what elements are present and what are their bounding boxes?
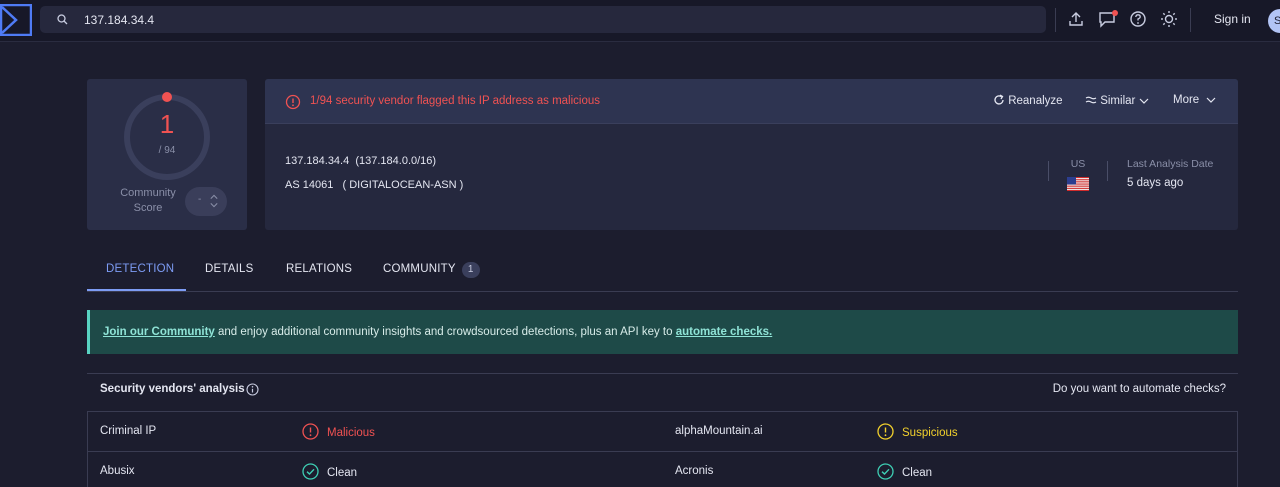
virustotal-logo-icon[interactable] xyxy=(0,4,32,36)
result-label: Clean xyxy=(327,467,358,479)
last-analysis-value: 5 days ago xyxy=(1127,177,1184,189)
tab-community-label: COMMUNITY xyxy=(383,263,456,275)
table-row: Abusix Clean Acronis Clean xyxy=(88,452,1237,487)
sign-in-link[interactable]: Sign in xyxy=(1214,12,1251,26)
banner-text: Join our Community and enjoy additional … xyxy=(103,326,772,338)
verdict-header: 1/94 security vendor flagged this IP add… xyxy=(265,79,1238,124)
detection-score-panel: 1 / 94 Community Score - xyxy=(87,79,247,230)
tab-bar: DETECTION DETAILS RELATIONS COMMUNITY 1 xyxy=(87,250,1238,292)
table-row: Criminal IP Malicious alphaMountain.ai S… xyxy=(88,412,1237,452)
last-analysis-label: Last Analysis Date xyxy=(1127,158,1214,170)
result-label: Malicious xyxy=(327,427,375,439)
reanalyze-label: Reanalyze xyxy=(1008,95,1063,107)
tab-relations[interactable]: RELATIONS xyxy=(286,263,352,275)
upload-icon[interactable] xyxy=(1067,10,1085,28)
automate-checks-prompt[interactable]: Do you want to automate checks? xyxy=(1053,383,1226,395)
join-community-link[interactable]: Join our Community xyxy=(103,326,215,338)
chevron-down-icon xyxy=(1206,97,1216,103)
detection-total: / 94 xyxy=(158,145,176,156)
similar-label: Similar xyxy=(1100,95,1136,107)
vendor-name: Criminal IP xyxy=(100,425,157,437)
tab-details[interactable]: DETAILS xyxy=(205,263,253,275)
vendor-name: Acronis xyxy=(675,465,714,477)
automate-checks-link[interactable]: automate checks. xyxy=(676,326,773,338)
info-icon[interactable] xyxy=(246,383,259,396)
help-icon[interactable] xyxy=(1129,10,1147,28)
search-bar[interactable] xyxy=(40,6,1046,33)
vote-arrows-icon[interactable] xyxy=(210,193,218,209)
clean-check-icon xyxy=(877,463,894,480)
vendor-result: Clean xyxy=(877,463,932,480)
detection-count: 1 xyxy=(159,109,175,139)
result-label: Clean xyxy=(902,467,933,479)
verdict-text: 1/94 security vendor flagged this IP add… xyxy=(310,95,600,107)
result-label: Suspicious xyxy=(902,427,958,439)
top-bar: Sign in S xyxy=(0,0,1280,42)
refresh-icon xyxy=(994,94,1004,105)
vendor-name: Abusix xyxy=(100,465,135,477)
search-input[interactable] xyxy=(84,6,984,33)
asn-info: AS 14061 ( DIGITALOCEAN-ASN ) xyxy=(285,179,464,191)
ip-address-range: 137.184.34.4 (137.184.0.0/16) xyxy=(285,155,437,167)
country-code: US xyxy=(1070,158,1086,170)
vendor-result: Malicious xyxy=(302,423,375,440)
chevron-down-icon xyxy=(1139,98,1148,104)
banner-middle-text: and enjoy additional community insights … xyxy=(214,326,676,338)
more-label: More xyxy=(1173,94,1200,106)
vendor-name: alphaMountain.ai xyxy=(675,425,763,437)
vendors-table: Criminal IP Malicious alphaMountain.ai S… xyxy=(87,411,1238,487)
divider xyxy=(1107,161,1108,181)
clean-check-icon xyxy=(302,463,319,480)
ip-summary-panel: 1/94 security vendor flagged this IP add… xyxy=(265,79,1238,230)
suspicious-icon xyxy=(877,423,894,440)
theme-toggle-icon[interactable] xyxy=(1160,10,1178,28)
community-vote-control[interactable]: - xyxy=(185,187,227,216)
vendors-title: Security vendors' analysis xyxy=(100,383,245,395)
toolbar-divider xyxy=(1190,8,1191,32)
community-score-label: Community Score xyxy=(120,187,176,214)
toolbar-divider xyxy=(1055,8,1056,32)
tab-detection[interactable]: DETECTION xyxy=(106,263,174,275)
more-button[interactable]: More xyxy=(1173,94,1216,106)
community-count-badge: 1 xyxy=(461,262,480,278)
reanalyze-button[interactable]: Reanalyze xyxy=(993,94,1063,107)
divider xyxy=(1048,161,1049,181)
vendor-result: Suspicious xyxy=(877,423,958,440)
malicious-icon xyxy=(302,423,319,440)
search-icon xyxy=(57,14,68,25)
alert-icon xyxy=(285,94,301,110)
avatar[interactable]: S xyxy=(1268,9,1280,33)
similar-button[interactable]: Similar xyxy=(1085,94,1149,107)
vendor-result: Clean xyxy=(302,463,357,480)
community-banner: Join our Community and enjoy additional … xyxy=(87,310,1238,354)
us-flag-icon xyxy=(1067,177,1089,191)
security-vendors-section: Security vendors' analysis Do you want t… xyxy=(87,373,1238,487)
notification-dot xyxy=(1112,10,1118,16)
community-score-value: - xyxy=(198,194,202,205)
tab-community[interactable]: COMMUNITY 1 xyxy=(383,262,480,278)
active-tab-indicator xyxy=(87,289,186,291)
similar-icon xyxy=(1085,96,1097,104)
